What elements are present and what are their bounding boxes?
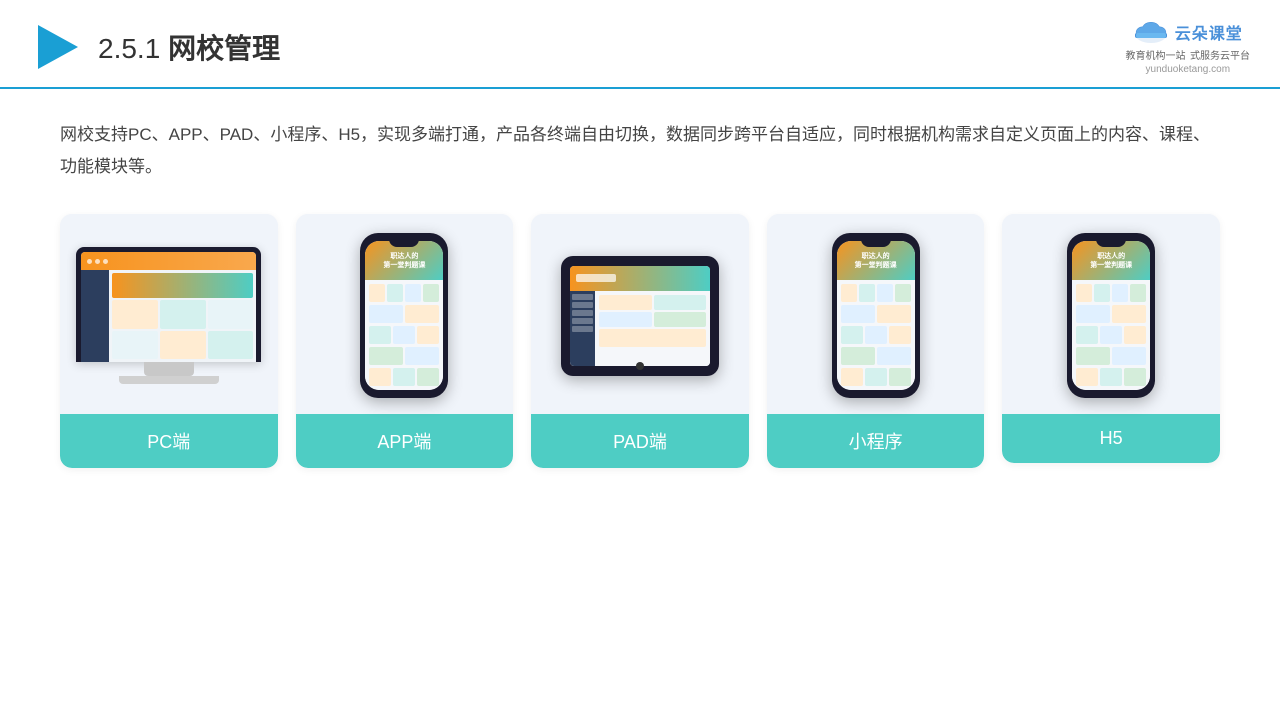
device-phone-h5: 职达人的第一堂判题课 (1067, 233, 1155, 398)
device-desktop (76, 247, 261, 384)
card-h5: 职达人的第一堂判题课 (1002, 214, 1220, 463)
cloud-logo-icon (1133, 18, 1169, 46)
brand-name: 云朵课堂 (1175, 20, 1243, 44)
card-miniprogram-label: 小程序 (767, 414, 985, 468)
device-tablet (561, 256, 719, 376)
play-icon (30, 21, 82, 73)
logo-area: 云朵课堂 教育机构一站 式服务云平台 yunduoketang.com (1126, 18, 1250, 75)
device-phone-mini: 职达人的第一堂判题课 (832, 233, 920, 398)
logo-cloud: 云朵课堂 (1133, 18, 1243, 46)
logo-tagline: 教育机构一站 式服务云平台 (1126, 46, 1250, 64)
card-pc-label: PC端 (60, 414, 278, 468)
card-app: 职达人的第一堂判题课 (296, 214, 514, 468)
logo-domain: yunduoketang.com (1146, 64, 1231, 75)
card-pad-image-area (531, 214, 749, 414)
header-left: 2.5.1 网校管理 (30, 21, 280, 73)
description-text: 网校支持PC、APP、PAD、小程序、H5，实现多端打通，产品各终端自由切换，数… (60, 119, 1220, 184)
card-miniprogram-image-area: 职达人的第一堂判题课 (767, 214, 985, 414)
card-pad: PAD端 (531, 214, 749, 468)
desktop-screen-inner (81, 252, 256, 362)
card-h5-label: H5 (1002, 414, 1220, 463)
card-pc-image-area (60, 214, 278, 414)
header: 2.5.1 网校管理 云朵课堂 教育机构一站 式服务云平台 (0, 0, 1280, 89)
card-app-image-area: 职达人的第一堂判题课 (296, 214, 514, 414)
page-title: 2.5.1 网校管理 (98, 27, 280, 67)
card-miniprogram: 职达人的第一堂判题课 (767, 214, 985, 468)
desktop-screen-outer (76, 247, 261, 362)
main-content: 网校支持PC、APP、PAD、小程序、H5，实现多端打通，产品各终端自由切换，数… (0, 89, 1280, 488)
card-pad-label: PAD端 (531, 414, 749, 468)
card-app-label: APP端 (296, 414, 514, 468)
device-phone-app: 职达人的第一堂判题课 (360, 233, 448, 398)
cards-row: PC端 职达人的第一堂判题课 (60, 214, 1220, 468)
card-pc: PC端 (60, 214, 278, 468)
card-h5-image-area: 职达人的第一堂判题课 (1002, 214, 1220, 414)
